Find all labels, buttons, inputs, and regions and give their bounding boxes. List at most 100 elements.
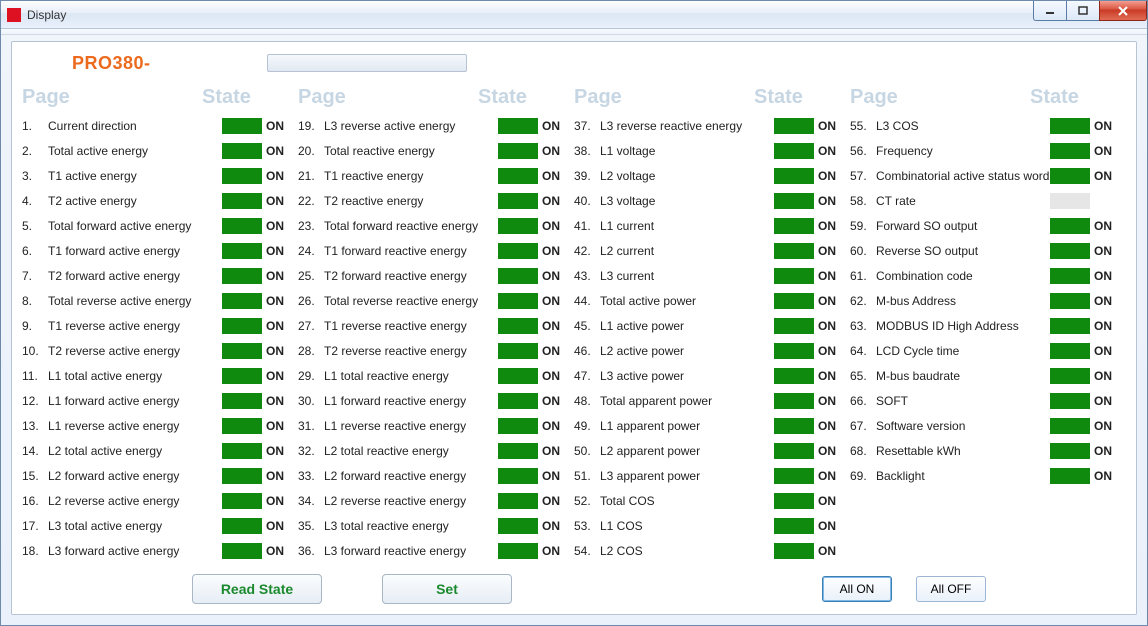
state-toggle[interactable] bbox=[222, 193, 262, 209]
state-label: ON bbox=[1094, 244, 1120, 258]
rows-4: 55.L3 COSON56.FrequencyON57.Combinatoria… bbox=[850, 113, 1120, 488]
row-number: 30. bbox=[298, 394, 324, 408]
row-number: 60. bbox=[850, 244, 876, 258]
window: Display PRO380- Page State bbox=[0, 0, 1148, 626]
state-toggle[interactable] bbox=[222, 393, 262, 409]
state-label: ON bbox=[266, 244, 292, 258]
state-toggle[interactable] bbox=[222, 368, 262, 384]
state-toggle[interactable] bbox=[222, 493, 262, 509]
state-toggle[interactable] bbox=[1050, 318, 1090, 334]
state-toggle[interactable] bbox=[498, 443, 538, 459]
all-on-button[interactable]: All ON bbox=[822, 576, 892, 602]
state-toggle[interactable] bbox=[498, 293, 538, 309]
state-toggle[interactable] bbox=[774, 418, 814, 434]
state-toggle[interactable] bbox=[1050, 218, 1090, 234]
client-area: PRO380- Page State 1.Current directionON… bbox=[11, 41, 1137, 615]
state-toggle[interactable] bbox=[222, 443, 262, 459]
state-toggle[interactable] bbox=[1050, 168, 1090, 184]
state-toggle[interactable] bbox=[222, 318, 262, 334]
state-toggle[interactable] bbox=[498, 493, 538, 509]
page-row: 67.Software versionON bbox=[850, 413, 1120, 438]
state-toggle[interactable] bbox=[498, 368, 538, 384]
page-row: 35.L3 total reactive energyON bbox=[298, 513, 568, 538]
state-toggle[interactable] bbox=[774, 368, 814, 384]
state-toggle[interactable] bbox=[774, 318, 814, 334]
state-toggle[interactable] bbox=[1050, 468, 1090, 484]
row-number: 36. bbox=[298, 544, 324, 558]
page-row: 18.L3 forward active energyON bbox=[22, 538, 292, 563]
row-label: Forward SO output bbox=[876, 219, 1050, 233]
page-row: 7.T2 forward active energyON bbox=[22, 263, 292, 288]
state-toggle[interactable] bbox=[498, 143, 538, 159]
state-toggle[interactable] bbox=[774, 168, 814, 184]
state-toggle[interactable] bbox=[774, 243, 814, 259]
maximize-button[interactable] bbox=[1066, 1, 1100, 21]
state-label: ON bbox=[266, 194, 292, 208]
state-toggle[interactable] bbox=[498, 343, 538, 359]
state-label: ON bbox=[542, 469, 568, 483]
state-toggle[interactable] bbox=[222, 168, 262, 184]
state-toggle[interactable] bbox=[222, 268, 262, 284]
row-label: L1 forward active energy bbox=[48, 394, 222, 408]
state-toggle[interactable] bbox=[774, 493, 814, 509]
state-toggle[interactable] bbox=[498, 118, 538, 134]
read-state-button[interactable]: Read State bbox=[192, 574, 322, 604]
state-toggle[interactable] bbox=[774, 268, 814, 284]
state-toggle[interactable] bbox=[774, 293, 814, 309]
state-toggle[interactable] bbox=[498, 168, 538, 184]
state-toggle[interactable] bbox=[222, 143, 262, 159]
state-toggle[interactable] bbox=[222, 293, 262, 309]
state-toggle[interactable] bbox=[774, 118, 814, 134]
state-toggle[interactable] bbox=[774, 393, 814, 409]
state-toggle[interactable] bbox=[1050, 193, 1090, 209]
state-toggle[interactable] bbox=[1050, 393, 1090, 409]
set-button[interactable]: Set bbox=[382, 574, 512, 604]
state-toggle[interactable] bbox=[498, 518, 538, 534]
state-toggle[interactable] bbox=[1050, 268, 1090, 284]
state-toggle[interactable] bbox=[222, 468, 262, 484]
state-toggle[interactable] bbox=[774, 143, 814, 159]
close-button[interactable] bbox=[1099, 1, 1147, 21]
state-toggle[interactable] bbox=[1050, 293, 1090, 309]
state-toggle[interactable] bbox=[498, 543, 538, 559]
state-toggle[interactable] bbox=[1050, 243, 1090, 259]
state-toggle[interactable] bbox=[774, 543, 814, 559]
state-toggle[interactable] bbox=[1050, 343, 1090, 359]
state-toggle[interactable] bbox=[222, 118, 262, 134]
state-toggle[interactable] bbox=[1050, 143, 1090, 159]
state-toggle[interactable] bbox=[774, 218, 814, 234]
state-toggle[interactable] bbox=[774, 443, 814, 459]
state-toggle[interactable] bbox=[774, 518, 814, 534]
state-toggle[interactable] bbox=[222, 543, 262, 559]
state-toggle[interactable] bbox=[1050, 443, 1090, 459]
state-toggle[interactable] bbox=[774, 343, 814, 359]
state-toggle[interactable] bbox=[1050, 418, 1090, 434]
state-toggle[interactable] bbox=[222, 518, 262, 534]
state-toggle[interactable] bbox=[498, 418, 538, 434]
page-row: 12.L1 forward active energyON bbox=[22, 388, 292, 413]
state-toggle[interactable] bbox=[498, 193, 538, 209]
state-toggle[interactable] bbox=[222, 418, 262, 434]
state-toggle[interactable] bbox=[1050, 118, 1090, 134]
row-number: 59. bbox=[850, 219, 876, 233]
state-label: ON bbox=[818, 544, 844, 558]
state-toggle[interactable] bbox=[498, 468, 538, 484]
col-head-state: State bbox=[202, 86, 292, 109]
product-suffix-input[interactable] bbox=[181, 52, 237, 74]
all-off-button[interactable]: All OFF bbox=[916, 576, 986, 602]
state-toggle[interactable] bbox=[222, 243, 262, 259]
state-toggle[interactable] bbox=[774, 468, 814, 484]
state-label: ON bbox=[818, 369, 844, 383]
state-toggle[interactable] bbox=[222, 343, 262, 359]
state-toggle[interactable] bbox=[1050, 368, 1090, 384]
state-toggle[interactable] bbox=[222, 218, 262, 234]
state-toggle[interactable] bbox=[498, 393, 538, 409]
row-number: 9. bbox=[22, 319, 48, 333]
state-toggle[interactable] bbox=[498, 243, 538, 259]
state-toggle[interactable] bbox=[498, 268, 538, 284]
row-number: 26. bbox=[298, 294, 324, 308]
state-toggle[interactable] bbox=[498, 318, 538, 334]
minimize-button[interactable] bbox=[1033, 1, 1067, 21]
state-toggle[interactable] bbox=[774, 193, 814, 209]
state-toggle[interactable] bbox=[498, 218, 538, 234]
